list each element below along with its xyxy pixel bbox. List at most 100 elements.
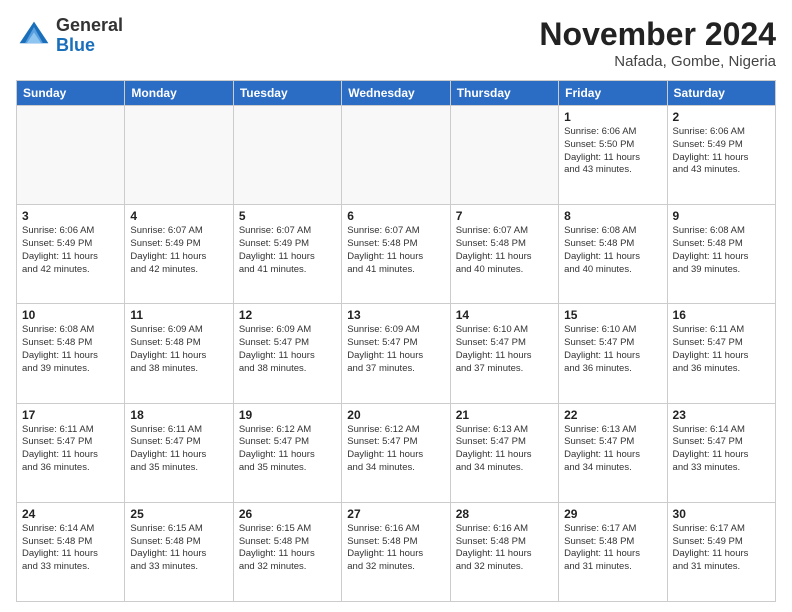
week-row-0: 1 Sunrise: 6:06 AM Sunset: 5:50 PM Daylig…: [17, 106, 776, 205]
day-number: 8: [564, 209, 661, 223]
logo-general: General: [56, 15, 123, 35]
day-number: 25: [130, 507, 227, 521]
day-cell: 14 Sunrise: 6:10 AM Sunset: 5:47 PM Dayli…: [450, 304, 558, 403]
day-cell: 8 Sunrise: 6:08 AM Sunset: 5:48 PM Daylig…: [559, 205, 667, 304]
day-number: 5: [239, 209, 336, 223]
day-info: Sunrise: 6:06 AM Sunset: 5:49 PM Dayligh…: [673, 126, 770, 177]
day-cell: 20 Sunrise: 6:12 AM Sunset: 5:47 PM Dayli…: [342, 403, 450, 502]
day-cell: 28 Sunrise: 6:16 AM Sunset: 5:48 PM Dayli…: [450, 502, 558, 601]
day-number: 30: [673, 507, 770, 521]
day-number: 16: [673, 308, 770, 322]
col-header-friday: Friday: [559, 81, 667, 106]
day-cell: 2 Sunrise: 6:06 AM Sunset: 5:49 PM Daylig…: [667, 106, 775, 205]
day-info: Sunrise: 6:12 AM Sunset: 5:47 PM Dayligh…: [347, 424, 444, 475]
day-info: Sunrise: 6:07 AM Sunset: 5:48 PM Dayligh…: [347, 225, 444, 276]
col-header-sunday: Sunday: [17, 81, 125, 106]
day-number: 6: [347, 209, 444, 223]
day-info: Sunrise: 6:06 AM Sunset: 5:50 PM Dayligh…: [564, 126, 661, 177]
day-cell: [233, 106, 341, 205]
day-info: Sunrise: 6:08 AM Sunset: 5:48 PM Dayligh…: [673, 225, 770, 276]
day-cell: 6 Sunrise: 6:07 AM Sunset: 5:48 PM Daylig…: [342, 205, 450, 304]
day-number: 9: [673, 209, 770, 223]
day-info: Sunrise: 6:11 AM Sunset: 5:47 PM Dayligh…: [22, 424, 119, 475]
location: Nafada, Gombe, Nigeria: [539, 53, 776, 70]
day-cell: 29Sunrise: 6:17 AM Sunset: 5:48 PM Dayli…: [559, 502, 667, 601]
day-number: 24: [22, 507, 119, 521]
day-number: 18: [130, 408, 227, 422]
header: General Blue November 2024 Nafada, Gombe…: [16, 16, 776, 70]
title-block: November 2024 Nafada, Gombe, Nigeria: [539, 16, 776, 70]
day-cell: 26 Sunrise: 6:15 AM Sunset: 5:48 PM Dayli…: [233, 502, 341, 601]
week-row-1: 3Sunrise: 6:06 AM Sunset: 5:49 PM Daylig…: [17, 205, 776, 304]
day-cell: 9 Sunrise: 6:08 AM Sunset: 5:48 PM Daylig…: [667, 205, 775, 304]
day-info: Sunrise: 6:07 AM Sunset: 5:49 PM Dayligh…: [130, 225, 227, 276]
day-number: 12: [239, 308, 336, 322]
day-number: 26: [239, 507, 336, 521]
day-cell: 11 Sunrise: 6:09 AM Sunset: 5:48 PM Dayli…: [125, 304, 233, 403]
day-info: Sunrise: 6:09 AM Sunset: 5:47 PM Dayligh…: [347, 324, 444, 375]
logo-text: General Blue: [56, 16, 123, 56]
day-info: Sunrise: 6:16 AM Sunset: 5:48 PM Dayligh…: [456, 523, 553, 574]
day-number: 7: [456, 209, 553, 223]
day-number: 28: [456, 507, 553, 521]
day-cell: 30 Sunrise: 6:17 AM Sunset: 5:49 PM Dayli…: [667, 502, 775, 601]
day-number: 15: [564, 308, 661, 322]
day-cell: 3Sunrise: 6:06 AM Sunset: 5:49 PM Daylig…: [17, 205, 125, 304]
day-info: Sunrise: 6:16 AM Sunset: 5:48 PM Dayligh…: [347, 523, 444, 574]
day-cell: [450, 106, 558, 205]
day-number: 2: [673, 110, 770, 124]
col-header-wednesday: Wednesday: [342, 81, 450, 106]
day-number: 21: [456, 408, 553, 422]
day-cell: 5 Sunrise: 6:07 AM Sunset: 5:49 PM Daylig…: [233, 205, 341, 304]
logo: General Blue: [16, 16, 123, 56]
day-info: Sunrise: 6:13 AM Sunset: 5:47 PM Dayligh…: [564, 424, 661, 475]
calendar-table: SundayMondayTuesdayWednesdayThursdayFrid…: [16, 80, 776, 602]
day-cell: 10 Sunrise: 6:08 AM Sunset: 5:48 PM Dayli…: [17, 304, 125, 403]
day-number: 1: [564, 110, 661, 124]
day-cell: [125, 106, 233, 205]
day-info: Sunrise: 6:10 AM Sunset: 5:47 PM Dayligh…: [456, 324, 553, 375]
day-info: Sunrise: 6:09 AM Sunset: 5:48 PM Dayligh…: [130, 324, 227, 375]
day-info: Sunrise: 6:06 AM Sunset: 5:49 PM Dayligh…: [22, 225, 119, 276]
day-cell: 4 Sunrise: 6:07 AM Sunset: 5:49 PM Daylig…: [125, 205, 233, 304]
col-header-tuesday: Tuesday: [233, 81, 341, 106]
day-info: Sunrise: 6:12 AM Sunset: 5:47 PM Dayligh…: [239, 424, 336, 475]
day-number: 20: [347, 408, 444, 422]
day-cell: 15Sunrise: 6:10 AM Sunset: 5:47 PM Dayli…: [559, 304, 667, 403]
day-cell: 25 Sunrise: 6:15 AM Sunset: 5:48 PM Dayli…: [125, 502, 233, 601]
day-info: Sunrise: 6:08 AM Sunset: 5:48 PM Dayligh…: [564, 225, 661, 276]
day-cell: 19Sunrise: 6:12 AM Sunset: 5:47 PM Dayli…: [233, 403, 341, 502]
day-info: Sunrise: 6:07 AM Sunset: 5:49 PM Dayligh…: [239, 225, 336, 276]
day-number: 10: [22, 308, 119, 322]
day-info: Sunrise: 6:11 AM Sunset: 5:47 PM Dayligh…: [130, 424, 227, 475]
day-number: 14: [456, 308, 553, 322]
day-info: Sunrise: 6:15 AM Sunset: 5:48 PM Dayligh…: [130, 523, 227, 574]
day-number: 17: [22, 408, 119, 422]
day-info: Sunrise: 6:09 AM Sunset: 5:47 PM Dayligh…: [239, 324, 336, 375]
day-info: Sunrise: 6:08 AM Sunset: 5:48 PM Dayligh…: [22, 324, 119, 375]
day-cell: 27 Sunrise: 6:16 AM Sunset: 5:48 PM Dayli…: [342, 502, 450, 601]
week-row-2: 10 Sunrise: 6:08 AM Sunset: 5:48 PM Dayli…: [17, 304, 776, 403]
day-cell: [17, 106, 125, 205]
day-cell: 23Sunrise: 6:14 AM Sunset: 5:47 PM Dayli…: [667, 403, 775, 502]
day-number: 29: [564, 507, 661, 521]
day-info: Sunrise: 6:17 AM Sunset: 5:49 PM Dayligh…: [673, 523, 770, 574]
day-info: Sunrise: 6:11 AM Sunset: 5:47 PM Dayligh…: [673, 324, 770, 375]
week-row-4: 24Sunrise: 6:14 AM Sunset: 5:48 PM Dayli…: [17, 502, 776, 601]
day-cell: 12 Sunrise: 6:09 AM Sunset: 5:47 PM Dayli…: [233, 304, 341, 403]
day-info: Sunrise: 6:15 AM Sunset: 5:48 PM Dayligh…: [239, 523, 336, 574]
day-number: 11: [130, 308, 227, 322]
day-number: 27: [347, 507, 444, 521]
day-number: 22: [564, 408, 661, 422]
day-cell: 17 Sunrise: 6:11 AM Sunset: 5:47 PM Dayli…: [17, 403, 125, 502]
logo-icon: [16, 18, 52, 54]
day-number: 13: [347, 308, 444, 322]
day-cell: 16 Sunrise: 6:11 AM Sunset: 5:47 PM Dayli…: [667, 304, 775, 403]
day-info: Sunrise: 6:07 AM Sunset: 5:48 PM Dayligh…: [456, 225, 553, 276]
col-header-thursday: Thursday: [450, 81, 558, 106]
day-cell: 24Sunrise: 6:14 AM Sunset: 5:48 PM Dayli…: [17, 502, 125, 601]
day-info: Sunrise: 6:14 AM Sunset: 5:47 PM Dayligh…: [673, 424, 770, 475]
col-header-saturday: Saturday: [667, 81, 775, 106]
col-header-monday: Monday: [125, 81, 233, 106]
day-number: 4: [130, 209, 227, 223]
